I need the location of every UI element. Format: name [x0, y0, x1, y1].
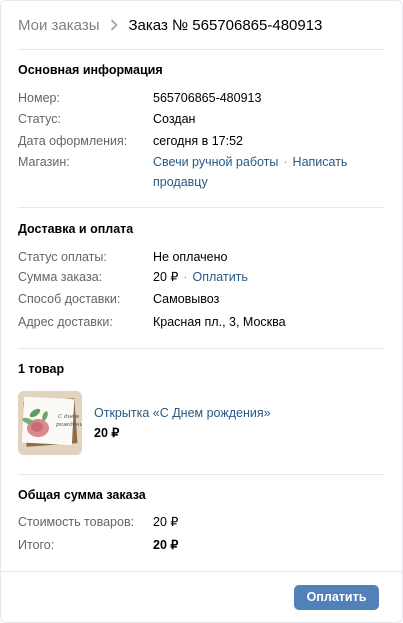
date-value: сегодня в 17:52	[153, 134, 243, 148]
product-image-text-line2: рождения	[56, 422, 82, 428]
section-title-total: Общая сумма заказа	[18, 488, 146, 502]
greeting-card-image: С днём рождения	[18, 391, 82, 455]
section-divider	[18, 474, 384, 475]
total-value: 20 ₽	[153, 538, 179, 552]
footer-divider	[1, 571, 402, 572]
breadcrumb: Мои заказы Заказ № 565706865-480913	[1, 1, 402, 49]
section-divider	[18, 207, 384, 208]
header-divider	[18, 49, 384, 50]
delivery-address-label: Адрес доставки:	[18, 315, 113, 329]
sum-label: Сумма заказа:	[18, 270, 103, 284]
sum-value: 20 ₽	[153, 270, 179, 284]
goods-cost-label: Стоимость товаров:	[18, 515, 135, 529]
section-title-delivery: Доставка и оплата	[18, 222, 134, 236]
chevron-right-icon	[110, 19, 117, 31]
delivery-method-label: Способ доставки:	[18, 292, 121, 306]
total-label: Итого:	[18, 538, 55, 552]
separator-dot: ·	[183, 270, 188, 284]
shop-label: Магазин:	[18, 155, 70, 169]
delivery-address-value: Красная пл., 3, Москва	[153, 315, 286, 329]
section-title-main-info: Основная информация	[18, 63, 163, 77]
pay-link[interactable]: Оплатить	[193, 270, 248, 284]
sum-value-wrap: 20 ₽ · Оплатить	[153, 267, 383, 287]
section-title-items: 1 товар	[18, 362, 65, 376]
product-price: 20 ₽	[94, 426, 120, 440]
breadcrumb-my-orders-link[interactable]: Мои заказы	[18, 17, 100, 34]
goods-cost-value: 20 ₽	[153, 515, 179, 529]
delivery-method-value: Самовывоз	[153, 292, 220, 306]
status-value: Создан	[153, 112, 196, 126]
shop-name-link[interactable]: Свечи ручной работы	[153, 155, 278, 169]
number-label: Номер:	[18, 91, 60, 105]
shop-value: Свечи ручной работы · Написать продавцу	[153, 152, 353, 192]
product-image[interactable]: С днём рождения	[18, 391, 82, 455]
pay-button[interactable]: Оплатить	[294, 585, 379, 610]
pay-status-value: Не оплачено	[153, 250, 228, 264]
separator-dot: ·	[283, 155, 288, 169]
date-label: Дата оформления:	[18, 134, 128, 148]
product-image-text-line1: С днём	[58, 413, 79, 420]
product-title-link[interactable]: Открытка «С Днем рождения»	[94, 406, 271, 420]
order-card: Мои заказы Заказ № 565706865-480913 Осно…	[0, 0, 403, 623]
number-value: 565706865-480913	[153, 91, 262, 105]
page-title: Заказ № 565706865-480913	[128, 16, 323, 34]
pay-status-label: Статус оплаты:	[18, 250, 107, 264]
section-divider	[18, 348, 384, 349]
status-label: Статус:	[18, 112, 61, 126]
